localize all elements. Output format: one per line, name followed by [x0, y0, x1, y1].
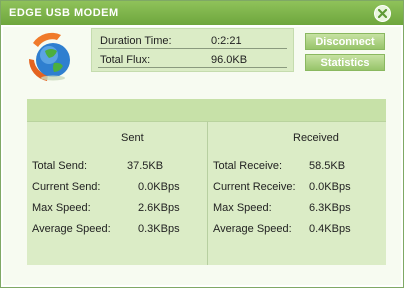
close-icon — [378, 9, 387, 18]
statistics-button[interactable]: Statistics — [305, 54, 385, 71]
stat-label: Total Receive: — [213, 160, 283, 172]
stat-label: Average Speed: — [32, 223, 111, 235]
flux-value: 96.0KB — [211, 53, 248, 66]
current-receive-row: Current Receive: 0.0KBps — [213, 181, 383, 195]
sent-header: Sent — [121, 132, 144, 144]
disconnect-button[interactable]: Disconnect — [305, 33, 385, 50]
column-divider — [207, 121, 208, 265]
title-bar: EDGE USB MODEM — [1, 1, 403, 25]
duration-row: Duration Time: 0:2:21 — [98, 33, 287, 49]
stat-value: 0.0KBps — [309, 181, 351, 193]
stat-value: 6.3KBps — [309, 202, 351, 214]
stat-label: Current Receive: — [213, 181, 296, 193]
stat-label: Total Send: — [32, 160, 88, 172]
window-title: EDGE USB MODEM — [9, 7, 119, 19]
max-speed-sent-row: Max Speed: 2.6KBps — [32, 202, 202, 216]
total-send-row: Total Send: 37.5KB — [32, 160, 202, 174]
stat-label: Average Speed: — [213, 223, 292, 235]
stat-value: 2.6KBps — [138, 202, 180, 214]
max-speed-received-row: Max Speed: 6.3KBps — [213, 202, 383, 216]
stat-value: 0.3KBps — [138, 223, 180, 235]
total-receive-row: Total Receive: 58.5KB — [213, 160, 383, 174]
stat-value: 0.4KBps — [309, 223, 351, 235]
average-speed-received-row: Average Speed: 0.4KBps — [213, 223, 383, 237]
current-send-row: Current Send: 0.0KBps — [32, 181, 202, 195]
stat-value: 37.5KB — [127, 160, 164, 172]
average-speed-sent-row: Average Speed: 0.3KBps — [32, 223, 202, 237]
flux-label: Total Flux: — [100, 53, 151, 66]
modem-window: EDGE USB MODEM Duration Time: 0:2:21 Tot… — [0, 0, 404, 288]
connection-info-panel: Duration Time: 0:2:21 Total Flux: 96.0KB — [91, 28, 294, 72]
stat-value: 58.5KB — [309, 160, 346, 172]
globe-logo-icon — [28, 32, 70, 81]
stat-label: Max Speed: — [213, 202, 272, 214]
duration-label: Duration Time: — [100, 34, 172, 47]
stat-label: Max Speed: — [32, 202, 91, 214]
duration-value: 0:2:21 — [211, 34, 242, 47]
stat-value: 0.0KBps — [138, 181, 180, 193]
statistics-panel: Sent Received Total Send: 37.5KB Current… — [27, 99, 386, 265]
close-button[interactable] — [374, 5, 391, 22]
received-header: Received — [293, 132, 339, 144]
flux-row: Total Flux: 96.0KB — [98, 52, 287, 68]
stat-label: Current Send: — [32, 181, 101, 193]
statistics-header-bar — [27, 99, 386, 121]
